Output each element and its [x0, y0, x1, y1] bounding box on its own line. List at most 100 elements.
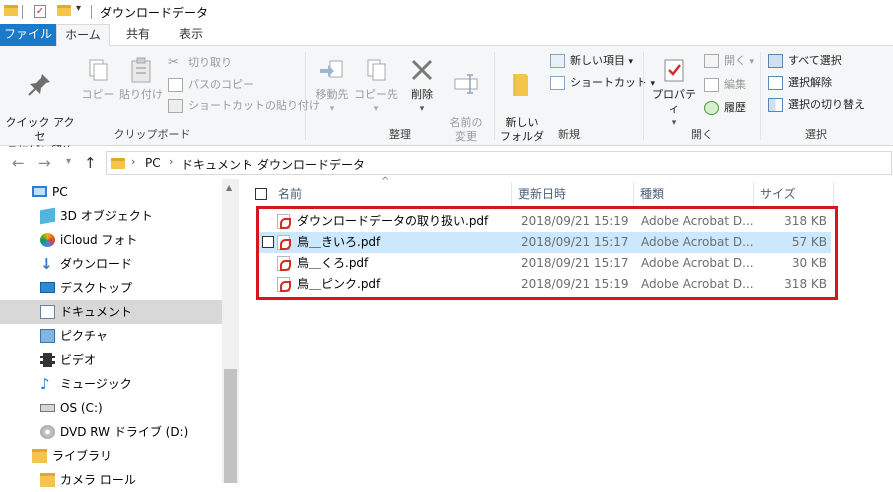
- history-button[interactable]: 履歴: [704, 99, 746, 117]
- desktop-icon: [40, 282, 55, 293]
- select-none-label: 選択解除: [788, 76, 832, 89]
- paste-button[interactable]: 貼り付け: [118, 56, 164, 102]
- sidebar-item-pictures[interactable]: ピクチャ: [0, 324, 222, 348]
- breadcrumb-documents[interactable]: ドキュメント: [181, 156, 253, 173]
- select-all-checkbox[interactable]: [255, 188, 267, 200]
- sidebar-item-label: ダウンロード: [60, 257, 133, 271]
- select-none-button[interactable]: 選択解除: [768, 74, 832, 92]
- sidebar-item-desktop[interactable]: デスクトップ: [0, 276, 222, 300]
- sidebar-item-label: 3D オブジェクト: [60, 209, 153, 223]
- chevron-down-icon: ▾: [419, 104, 425, 114]
- column-header-name[interactable]: 名前: [272, 182, 512, 206]
- sidebar-item-pc[interactable]: PC: [0, 180, 222, 204]
- recent-locations-icon[interactable]: ▾: [66, 156, 71, 167]
- rename-icon: [454, 74, 478, 94]
- breadcrumb-separator[interactable]: ›: [131, 155, 135, 168]
- pin-quick-access-button[interactable]: クイック アクセ スにピン留め: [4, 56, 76, 158]
- select-all-button[interactable]: すべて選択: [768, 52, 842, 70]
- select-group-label: 選択: [805, 128, 827, 141]
- sidebar-item-dvd-d[interactable]: DVD RW ドライブ (D:): [0, 420, 222, 444]
- sidebar-scroll-thumb[interactable]: [224, 369, 237, 483]
- tab-file[interactable]: ファイル: [0, 24, 56, 46]
- breadcrumb-pc[interactable]: PC: [145, 156, 161, 170]
- tab-share[interactable]: 共有: [112, 24, 164, 46]
- tab-view[interactable]: 表示: [166, 24, 216, 46]
- properties-button[interactable]: プロパティ ▾: [648, 56, 700, 130]
- history-label: 履歴: [724, 101, 746, 114]
- open-button[interactable]: 開く ▾: [704, 52, 754, 70]
- copy-button[interactable]: コピー: [78, 56, 118, 102]
- sidebar-item-icloud-photos[interactable]: iCloud フォト: [0, 228, 222, 252]
- music-note-icon: ♪: [40, 375, 50, 393]
- paste-shortcut-button[interactable]: ショートカットの貼り付け: [168, 97, 320, 115]
- column-header-date[interactable]: 更新日時: [512, 182, 634, 206]
- tab-home[interactable]: ホーム: [56, 24, 110, 47]
- edit-icon: [704, 78, 719, 92]
- paste-shortcut-icon: [168, 99, 183, 113]
- edit-label: 編集: [724, 78, 746, 91]
- breadcrumb-download-data[interactable]: ダウンロードデータ: [257, 156, 365, 173]
- column-header-type[interactable]: 種類: [634, 182, 754, 206]
- sidebar-item-music[interactable]: ♪ ミュージック: [0, 372, 222, 396]
- new-folder-button[interactable]: 新しい フォルダー: [497, 56, 547, 158]
- copy-to-button[interactable]: コピー先 ▾: [354, 56, 398, 116]
- sidebar-item-downloads[interactable]: ↓ ダウンロード: [0, 252, 222, 276]
- paste-icon: [131, 57, 151, 83]
- sidebar-item-videos[interactable]: ビデオ: [0, 348, 222, 372]
- sidebar-item-label: iCloud フォト: [60, 233, 138, 247]
- copy-to-label: コピー先: [354, 88, 398, 101]
- cut-label: 切り取り: [188, 56, 232, 69]
- sidebar-item-label: ライブラリ: [52, 449, 113, 463]
- open-label: 開く: [724, 54, 746, 67]
- pictures-icon: [40, 329, 55, 343]
- sidebar-item-libraries[interactable]: ライブラリ: [0, 444, 222, 468]
- copy-label: コピー: [81, 88, 115, 101]
- move-to-button[interactable]: 移動先 ▾: [310, 56, 354, 116]
- back-arrow-icon[interactable]: ←: [12, 154, 25, 172]
- sidebar-item-label: DVD RW ドライブ (D:): [60, 425, 189, 439]
- new-item-button[interactable]: 新しい項目 ▾: [550, 52, 633, 70]
- address-bar[interactable]: › PC › ドキュメント › ダウンロードデータ: [106, 151, 892, 175]
- up-arrow-icon[interactable]: ↑: [84, 154, 97, 172]
- breadcrumb-separator[interactable]: ›: [245, 155, 249, 168]
- copy-path-label: パスのコピー: [188, 78, 254, 91]
- documents-icon: [40, 305, 55, 319]
- cut-button[interactable]: ✂ 切り取り: [168, 54, 232, 72]
- sidebar-item-label: デスクトップ: [60, 281, 133, 295]
- delete-button[interactable]: 削除 ▾: [402, 56, 442, 116]
- open-group-label: 開く: [691, 128, 713, 141]
- ribbon: クイック アクセ スにピン留め コピー 貼り付け ✂ 切り取り パスのコピー シ…: [0, 46, 893, 157]
- paste-shortcut-label: ショートカットの貼り付け: [188, 99, 320, 112]
- sidebar-item-os-c[interactable]: OS (C:): [0, 396, 222, 420]
- open-icon: [704, 54, 719, 68]
- properties-quick-icon[interactable]: ✓: [34, 5, 46, 18]
- new-item-label: 新しい項目: [570, 54, 625, 67]
- navigation-pane: PC 3D オブジェクト iCloud フォト ↓ ダウンロード デスクトップ …: [0, 179, 239, 487]
- new-folder-quick-icon[interactable]: [57, 5, 71, 16]
- move-to-icon: [320, 60, 343, 78]
- copy-path-button[interactable]: パスのコピー: [168, 76, 254, 94]
- column-header-size[interactable]: サイズ: [754, 182, 834, 206]
- customize-quick-access-icon[interactable]: ▾: [76, 3, 81, 14]
- properties-icon: [664, 59, 684, 82]
- breadcrumb-separator[interactable]: ›: [169, 155, 173, 168]
- shortcut-button[interactable]: ショートカット ▾: [550, 74, 655, 92]
- paste-label: 貼り付け: [119, 88, 163, 101]
- sidebar-item-label: OS (C:): [60, 401, 103, 415]
- folder-icon: [4, 5, 18, 16]
- new-group-label: 新規: [558, 128, 580, 141]
- properties-label: プロパティ: [652, 88, 696, 115]
- sidebar-item-camera-roll[interactable]: カメラ ロール: [0, 468, 222, 492]
- scroll-up-icon[interactable]: ▲: [226, 183, 232, 192]
- chevron-down-icon: ▾: [628, 57, 634, 67]
- forward-arrow-icon[interactable]: →: [38, 154, 51, 172]
- sidebar-item-documents[interactable]: ドキュメント: [0, 300, 222, 324]
- edit-button[interactable]: 編集: [704, 76, 746, 94]
- invert-selection-icon: [768, 98, 783, 112]
- sidebar-item-label: ビデオ: [60, 353, 97, 367]
- chevron-down-icon: ▾: [329, 104, 335, 114]
- delete-x-icon: [411, 59, 433, 81]
- invert-selection-button[interactable]: 選択の切り替え: [768, 96, 865, 114]
- library-icon: [32, 449, 47, 463]
- sidebar-item-3d-objects[interactable]: 3D オブジェクト: [0, 204, 222, 228]
